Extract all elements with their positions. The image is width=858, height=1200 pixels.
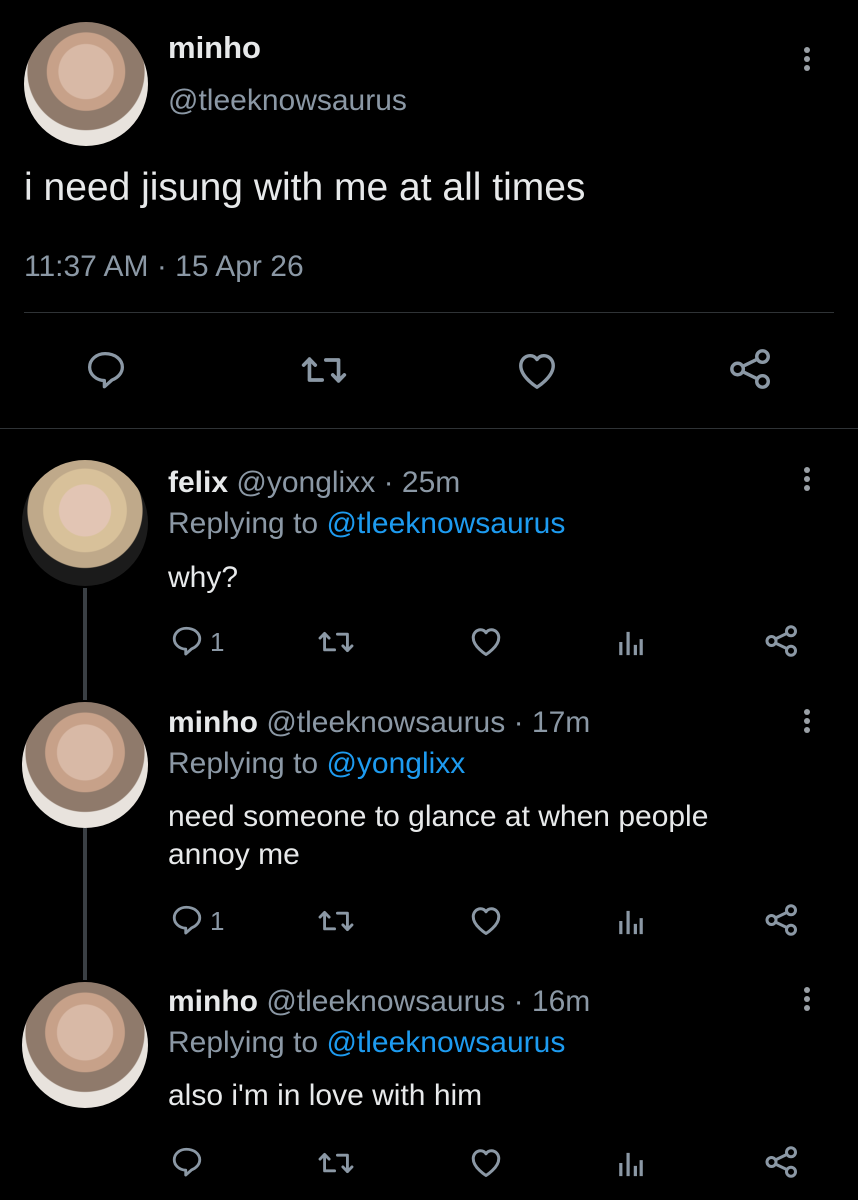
analytics-icon[interactable]	[616, 1147, 646, 1179]
reply-count: 1	[210, 627, 225, 657]
reply-text-line-1: need someone to glance at when people	[168, 800, 709, 833]
reply-header: felix @yonglixx · 25m	[168, 466, 460, 500]
reply-text: also i'm in love with him	[168, 1079, 483, 1112]
replying-label: Replying to	[168, 747, 319, 780]
avatar-minho[interactable]	[22, 702, 148, 828]
reply-icon[interactable]	[84, 350, 128, 390]
share-icon[interactable]	[764, 903, 800, 937]
reply-time: · 17m	[513, 706, 591, 739]
retweet-icon[interactable]	[316, 626, 356, 658]
heart-icon[interactable]	[468, 624, 504, 658]
heart-icon[interactable]	[468, 1145, 504, 1179]
more-icon[interactable]	[804, 706, 812, 736]
replying-label: Replying to	[168, 507, 319, 540]
analytics-icon[interactable]	[616, 626, 646, 658]
share-icon[interactable]	[764, 624, 800, 658]
reply-header: minho @tleeknowsaurus · 16m	[168, 985, 590, 1019]
more-icon[interactable]	[804, 464, 812, 494]
replying-label: Replying to	[168, 1026, 319, 1059]
retweet-icon[interactable]	[316, 1147, 356, 1179]
reply-time: · 25m	[383, 466, 461, 499]
reply-count: 1	[210, 906, 225, 936]
main-tweet-timestamp: 11:37 AM · 15 Apr 26	[24, 250, 304, 283]
reply-name[interactable]: minho	[168, 706, 258, 739]
avatar-minho[interactable]	[22, 982, 148, 1108]
reply-handle[interactable]: @tleeknowsaurus	[266, 985, 505, 1018]
replying-to: Replying to @tleeknowsaurus	[168, 1026, 565, 1060]
reply-name[interactable]: minho	[168, 985, 258, 1018]
reply-time: · 16m	[513, 985, 591, 1018]
replying-to-link[interactable]: @tleeknowsaurus	[326, 507, 565, 540]
more-icon[interactable]	[804, 984, 812, 1014]
reply-icon[interactable]	[170, 625, 204, 657]
retweet-icon[interactable]	[298, 350, 350, 390]
thread-line	[83, 588, 87, 700]
share-icon[interactable]	[764, 1145, 800, 1179]
reply-text: why?	[168, 561, 239, 594]
replying-to: Replying to @tleeknowsaurus	[168, 507, 565, 541]
reply-handle[interactable]: @tleeknowsaurus	[266, 706, 505, 739]
share-icon[interactable]	[728, 347, 774, 391]
divider	[24, 312, 834, 313]
replying-to-link[interactable]: @tleeknowsaurus	[326, 1026, 565, 1059]
heart-icon[interactable]	[468, 903, 504, 937]
main-tweet-handle[interactable]: @tleeknowsaurus	[168, 84, 407, 118]
main-tweet-name[interactable]: minho	[168, 30, 261, 66]
avatar-felix[interactable]	[22, 460, 148, 586]
retweet-icon[interactable]	[316, 905, 356, 937]
reply-name[interactable]: felix	[168, 466, 228, 499]
more-icon[interactable]	[804, 44, 812, 74]
avatar-main[interactable]	[24, 22, 148, 146]
main-tweet-text: i need jisung with me at all times	[24, 166, 586, 209]
replying-to-link[interactable]: @yonglixx	[326, 747, 465, 780]
reply-header: minho @tleeknowsaurus · 17m	[168, 706, 590, 740]
reply-text-line-2: annoy me	[168, 838, 300, 871]
thread-line	[83, 828, 87, 980]
reply-handle[interactable]: @yonglixx	[236, 466, 375, 499]
heart-icon[interactable]	[514, 349, 560, 391]
section-divider	[0, 428, 858, 429]
replying-to: Replying to @yonglixx	[168, 747, 465, 781]
analytics-icon[interactable]	[616, 905, 646, 937]
reply-icon[interactable]	[170, 904, 204, 936]
reply-icon[interactable]	[170, 1146, 204, 1178]
